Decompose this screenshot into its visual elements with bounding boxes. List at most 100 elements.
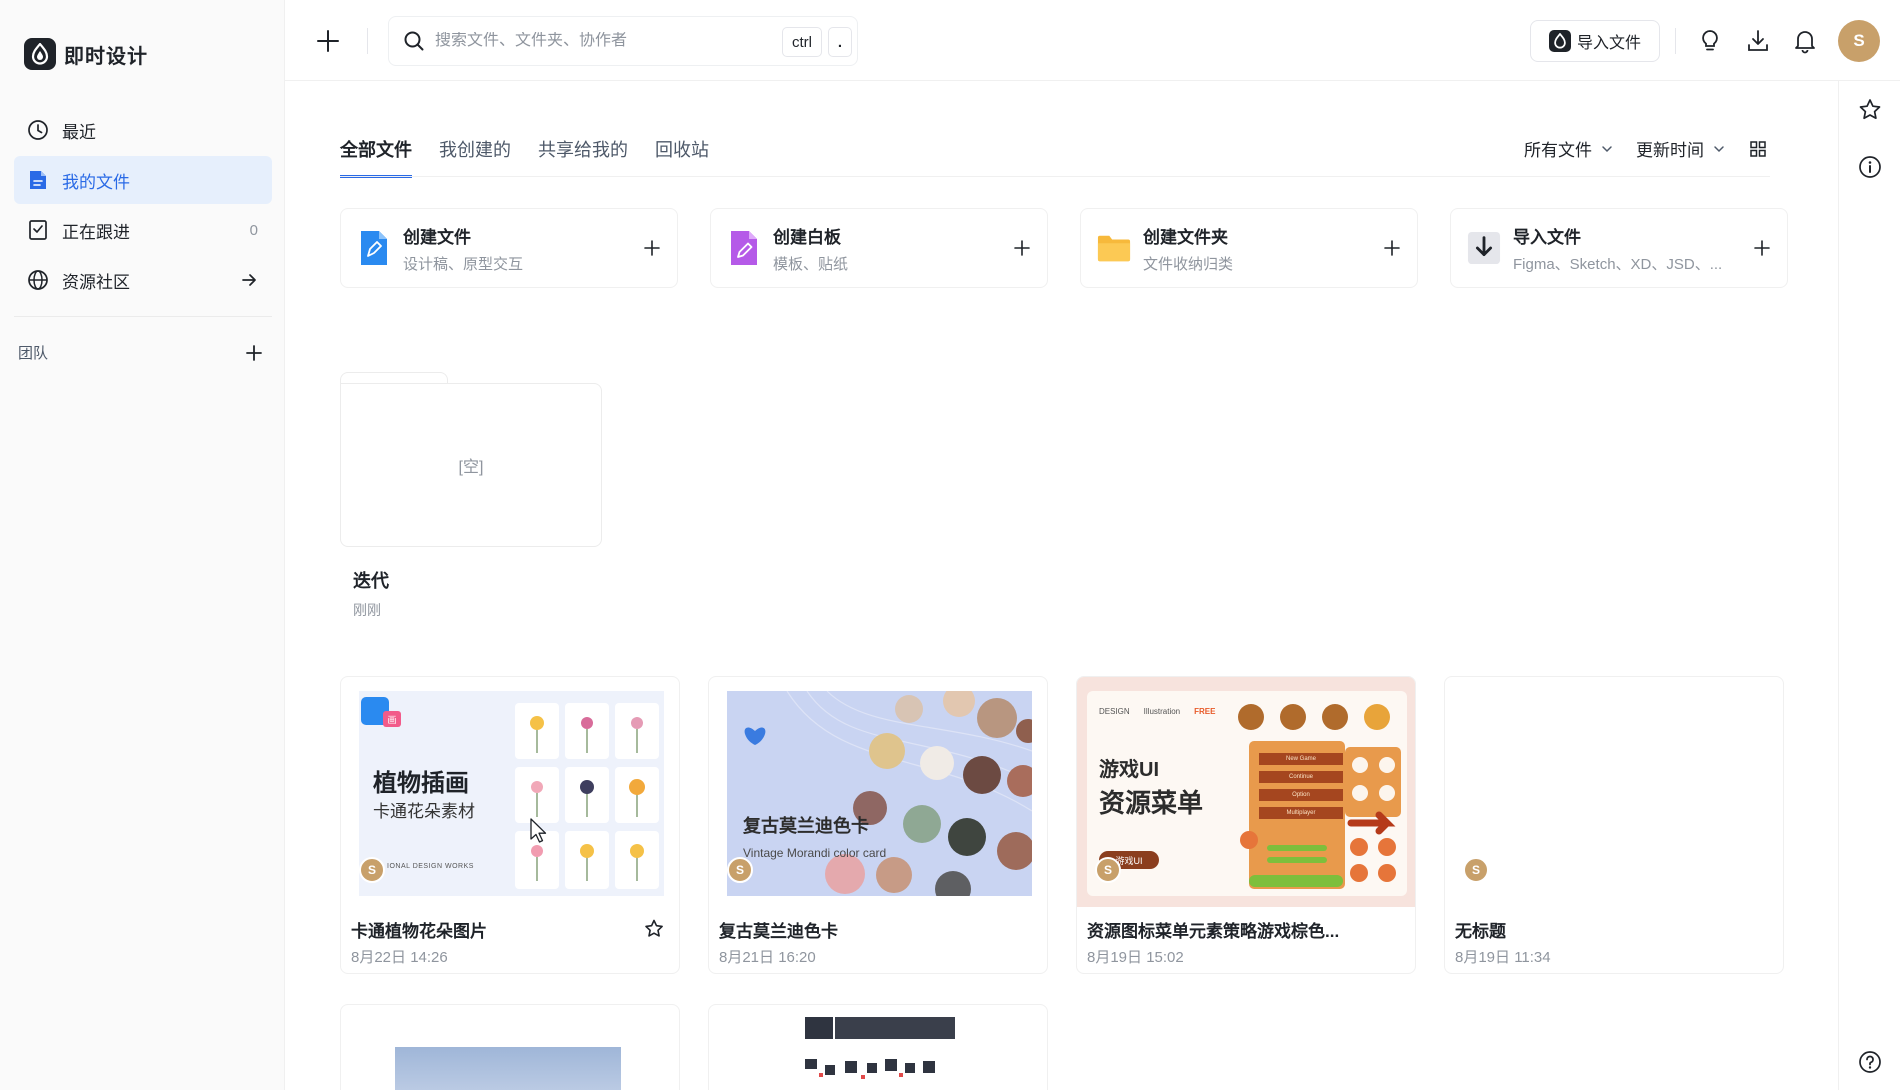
create-file-card[interactable]: 创建文件 设计稿、原型交互 <box>340 208 678 288</box>
search-bar[interactable]: ctrl . <box>388 16 858 66</box>
thumb-title: 植物插画 <box>373 770 469 797</box>
plus-icon <box>1013 239 1031 257</box>
file-card[interactable]: 画 植物插画 卡通花朵素材 IONAL DESIGN WORKS S 卡通植物花… <box>340 676 680 974</box>
sidebar-item-following[interactable]: 正在跟进 0 <box>14 206 272 254</box>
sidebar-item-recent[interactable]: 最近 <box>14 106 272 154</box>
star-icon[interactable] <box>1857 97 1883 123</box>
tab-trash[interactable]: 回收站 <box>655 136 709 178</box>
app-logo[interactable]: 即时设计 <box>24 38 148 70</box>
create-card-title: 导入文件 <box>1513 227 1581 247</box>
thumb-footer: IONAL DESIGN WORKS <box>387 863 474 870</box>
new-button[interactable] <box>315 28 341 54</box>
file-time: 8月19日 15:02 <box>1087 949 1184 966</box>
whiteboard-icon <box>727 228 761 268</box>
sidebar: 即时设计 最近 我的文件 正在跟进 0 资源社区 团队 <box>0 0 285 1090</box>
owner-avatar: S <box>727 857 753 883</box>
file-thumbnail <box>395 1047 621 1090</box>
create-card-subtitle: 模板、贴纸 <box>773 255 849 273</box>
file-card[interactable]: S 无标题 8月19日 11:34 <box>1444 676 1784 974</box>
thumb-tag: FREE <box>1194 707 1216 716</box>
import-file-card[interactable]: 导入文件 Figma、Sketch、XD、JSD、... <box>1450 208 1788 288</box>
filter-bar: 所有文件 更新时间 <box>1524 136 1768 161</box>
plus-icon <box>1383 239 1401 257</box>
folder-item[interactable]: [空] <box>340 372 602 547</box>
sidebar-item-label: 正在跟进 <box>62 222 130 242</box>
globe-icon <box>26 268 50 292</box>
tab-all-files[interactable]: 全部文件 <box>340 136 412 178</box>
search-icon <box>403 30 425 52</box>
file-icon <box>26 168 50 192</box>
bookmark-icon <box>26 218 50 242</box>
thumb-title: 复古莫兰迪色卡 <box>743 816 869 836</box>
tabs-divider <box>340 176 1770 177</box>
folder-empty-label: [空] <box>340 383 602 547</box>
owner-avatar: S <box>359 857 385 883</box>
user-avatar[interactable]: S <box>1838 20 1880 62</box>
create-card-subtitle: 文件收纳归类 <box>1143 255 1234 273</box>
thumb-menu-item: New Game <box>1259 753 1343 765</box>
shortcut-key-dot: . <box>828 27 852 57</box>
file-type-dropdown[interactable]: 所有文件 <box>1524 136 1614 161</box>
lightbulb-icon[interactable] <box>1697 28 1723 54</box>
file-time: 8月21日 16:20 <box>719 949 816 966</box>
folder-icon <box>1097 228 1131 268</box>
file-name: 无标题 <box>1455 922 1506 941</box>
file-card[interactable] <box>708 1004 1048 1090</box>
star-icon[interactable] <box>643 918 665 940</box>
file-card[interactable]: DESIGN Illustration FREE 游戏UI 资源菜单 游戏UI … <box>1076 676 1416 974</box>
file-thumbnail: 画 植物插画 卡通花朵素材 IONAL DESIGN WORKS <box>341 677 679 907</box>
create-card-subtitle: 设计稿、原型交互 <box>403 255 524 273</box>
create-whiteboard-card[interactable]: 创建白板 模板、贴纸 <box>710 208 1048 288</box>
clock-icon <box>26 118 50 142</box>
info-icon[interactable] <box>1857 154 1883 180</box>
bell-icon[interactable] <box>1792 28 1818 54</box>
tab-shared-with-me[interactable]: 共享给我的 <box>538 136 628 178</box>
topbar-divider <box>367 28 368 54</box>
file-type-label: 所有文件 <box>1524 141 1592 160</box>
sidebar-item-label: 资源社区 <box>62 272 130 292</box>
file-card[interactable]: 复古莫兰迪色卡 Vintage Morandi color card S 复古莫… <box>708 676 1048 974</box>
import-file-button[interactable]: 导入文件 <box>1530 20 1660 62</box>
topbar-divider <box>1675 28 1676 54</box>
file-name: 卡通植物花朵图片 <box>351 922 487 941</box>
owner-avatar: S <box>1463 857 1489 883</box>
sort-label: 更新时间 <box>1636 141 1704 160</box>
plant-illustration-thumb: 画 植物插画 卡通花朵素材 IONAL DESIGN WORKS <box>359 691 664 896</box>
tab-created-by-me[interactable]: 我创建的 <box>439 136 511 178</box>
file-name: 复古莫兰迪色卡 <box>719 922 838 941</box>
file-time: 8月22日 14:26 <box>351 949 448 966</box>
logo-icon <box>24 38 56 70</box>
sidebar-item-my-files[interactable]: 我的文件 <box>14 156 272 204</box>
file-tabs: 全部文件 我创建的 共享给我的 回收站 <box>340 136 709 178</box>
grid-view-icon[interactable] <box>1748 139 1768 159</box>
file-name: 资源图标菜单元素策略游戏棕色... <box>1087 922 1340 941</box>
sidebar-item-community[interactable]: 资源社区 <box>14 256 272 304</box>
sidebar-divider <box>14 316 272 317</box>
download-icon[interactable] <box>1745 28 1771 54</box>
search-input[interactable] <box>435 32 765 50</box>
chevron-down-icon <box>1600 142 1614 156</box>
following-count: 0 <box>249 221 258 239</box>
team-section: 团队 <box>18 342 263 363</box>
mouse-cursor-icon <box>530 818 548 844</box>
thumb-menu-item: Continue <box>1259 771 1343 783</box>
thumb-menu-item: Multiplayer <box>1259 807 1343 819</box>
team-label: 团队 <box>18 345 49 362</box>
create-card-title: 创建文件夹 <box>1143 227 1228 247</box>
folder-name: 迭代 <box>353 571 389 591</box>
sidebar-item-label: 最近 <box>62 122 96 142</box>
create-folder-card[interactable]: 创建文件夹 文件收纳归类 <box>1080 208 1418 288</box>
sidebar-nav: 最近 我的文件 正在跟进 0 资源社区 <box>14 106 272 306</box>
thumb-title: 资源菜单 <box>1099 788 1204 818</box>
thumb-tag: Illustration <box>1143 707 1181 716</box>
import-file-label: 导入文件 <box>1576 35 1641 52</box>
help-icon[interactable] <box>1857 1049 1883 1075</box>
app-name: 即时设计 <box>64 45 148 68</box>
arrow-right-icon <box>240 271 258 289</box>
create-card-title: 创建文件 <box>403 227 471 247</box>
sort-dropdown[interactable]: 更新时间 <box>1636 136 1726 161</box>
file-card[interactable] <box>340 1004 680 1090</box>
thumb-badge: 画 <box>383 711 401 727</box>
add-team-button[interactable] <box>245 344 263 362</box>
pen-file-icon <box>357 228 391 268</box>
